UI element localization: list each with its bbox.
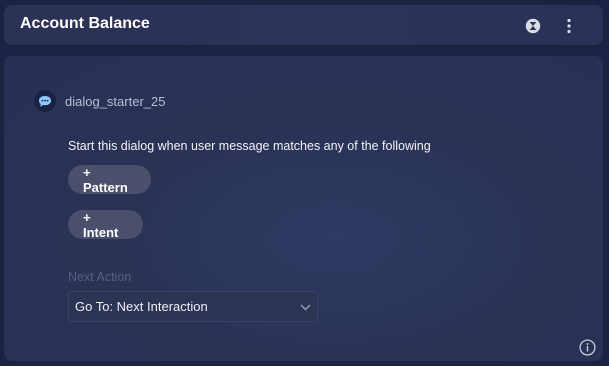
- next-action-select[interactable]: Go To: Next Interaction: [68, 291, 318, 322]
- next-action-value: Go To: Next Interaction: [75, 299, 208, 314]
- dialog-panel: dialog_starter_25 Start this dialog when…: [4, 56, 603, 361]
- node-name: dialog_starter_25: [65, 93, 166, 109]
- trigger-description: Start this dialog when user message matc…: [68, 139, 431, 153]
- chevron-down-icon: [299, 301, 311, 313]
- node-header: dialog_starter_25: [34, 89, 165, 113]
- add-intent-button[interactable]: + Intent: [68, 210, 143, 240]
- add-pattern-button[interactable]: + Pattern: [68, 165, 151, 195]
- collapse-hourglass-icon[interactable]: [524, 17, 542, 35]
- next-action-label: Next Action: [68, 270, 132, 284]
- dialog-header: Account Balance: [4, 5, 603, 45]
- dialog-title: Account Balance: [20, 15, 150, 32]
- info-icon[interactable]: [578, 338, 596, 356]
- more-vertical-icon[interactable]: [560, 17, 578, 35]
- chat-bubble-icon: [34, 90, 56, 112]
